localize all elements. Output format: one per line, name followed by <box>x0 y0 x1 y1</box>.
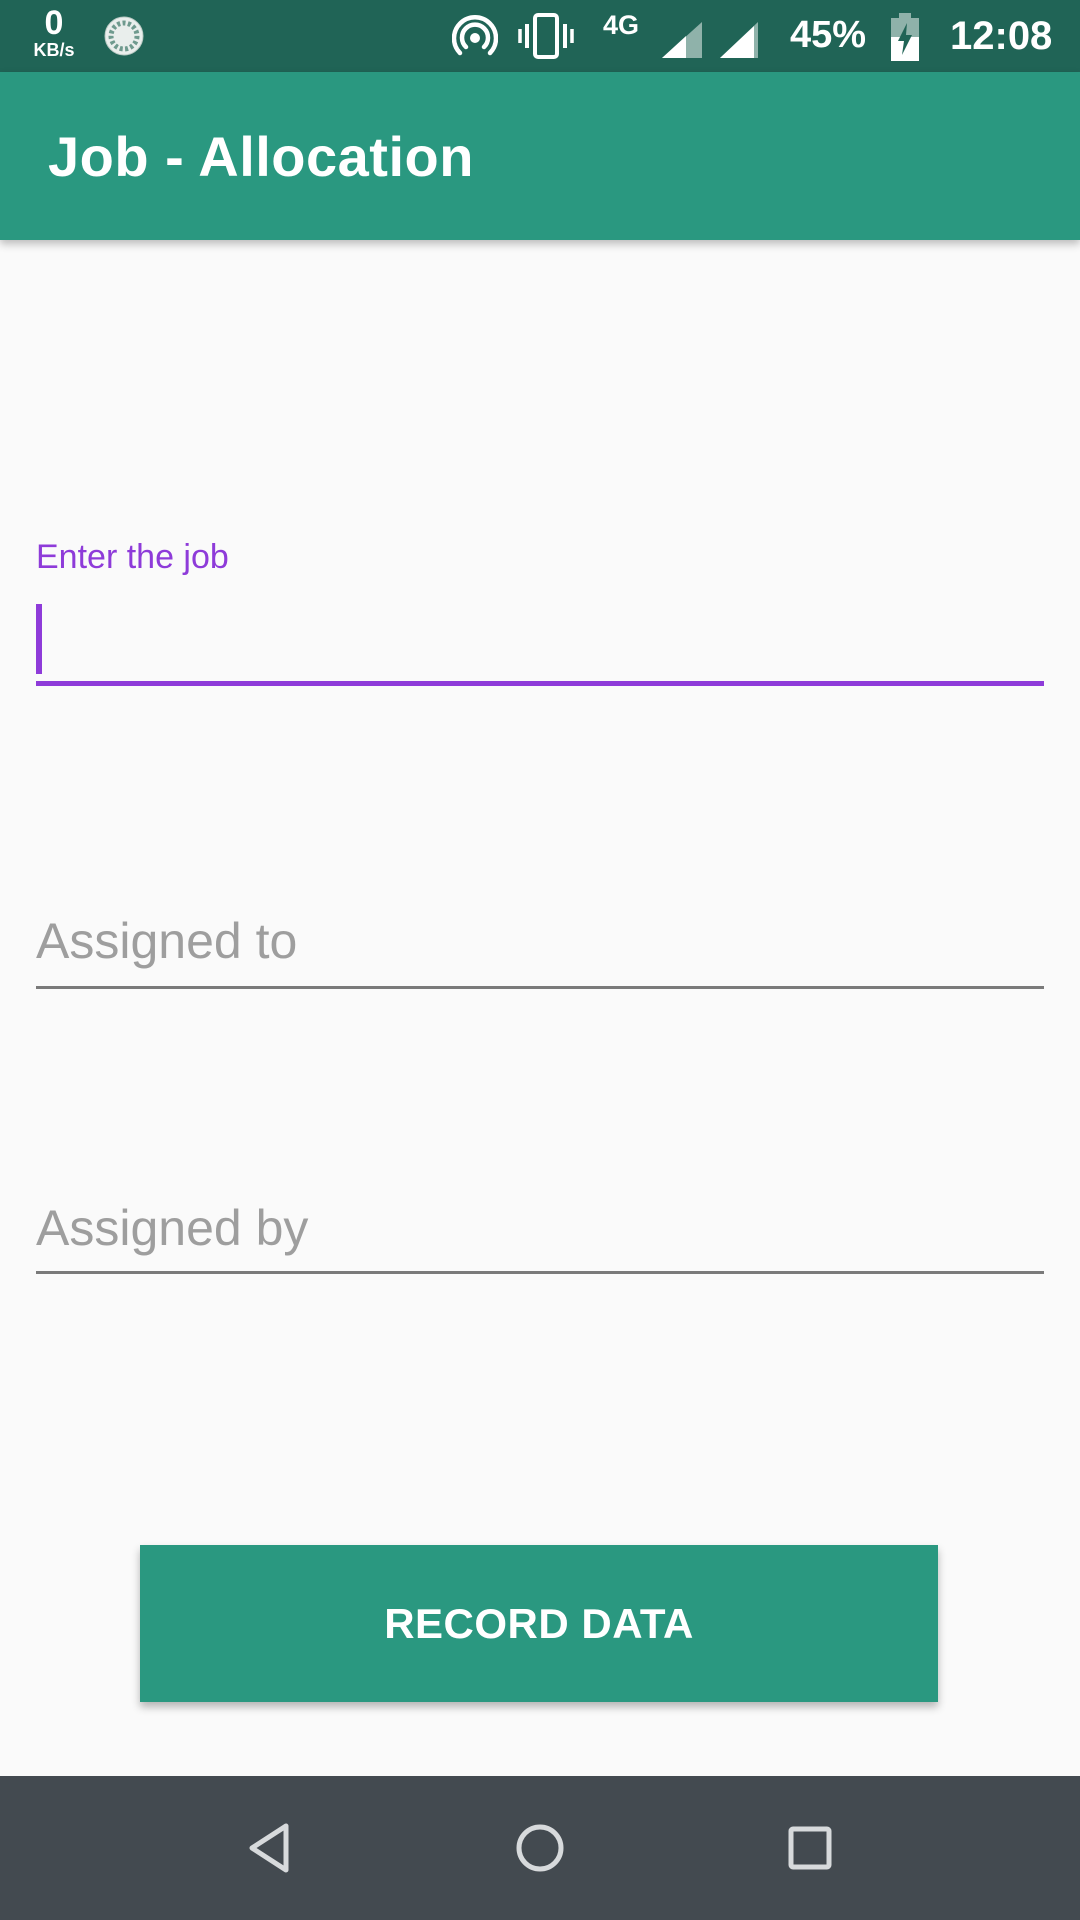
vibrate-icon <box>518 13 574 59</box>
job-input[interactable] <box>36 604 1056 674</box>
job-field[interactable]: Enter the job <box>36 538 1056 688</box>
screen: 0 KB/s 4G 45% 12:08 Job - Allocation Ent… <box>0 0 1080 1920</box>
hotspot-icon <box>452 15 498 56</box>
assigned-by-input[interactable] <box>36 1193 1044 1263</box>
network-type: 4G <box>603 10 640 40</box>
page-title: Job - Allocation <box>48 125 474 188</box>
assigned-to-underline <box>36 986 1044 989</box>
job-field-label: Enter the job <box>36 538 229 576</box>
signal-icon <box>720 22 758 58</box>
status-bar: 0 KB/s 4G 45% 12:08 <box>0 0 1080 72</box>
data-rate-unit: KB/s <box>33 40 75 60</box>
battery-charging-icon <box>891 13 919 61</box>
sync-icon <box>104 16 144 56</box>
data-rate-value: 0 <box>44 4 64 42</box>
battery-percent: 45% <box>790 14 867 56</box>
back-icon[interactable] <box>228 1806 312 1890</box>
assigned-by-underline <box>36 1271 1044 1274</box>
navigation-bar <box>0 1776 1080 1920</box>
assigned-to-input[interactable] <box>36 906 1044 976</box>
assigned-to-field[interactable] <box>36 900 1044 992</box>
app-bar: Job - Allocation <box>0 72 1080 240</box>
assigned-by-field[interactable] <box>36 1187 1044 1279</box>
home-icon[interactable] <box>498 1806 582 1890</box>
signal-icon <box>662 22 702 58</box>
record-data-button[interactable]: RECORD DATA <box>140 1545 938 1702</box>
data-rate-indicator: 0 KB/s <box>26 6 82 59</box>
recents-icon[interactable] <box>768 1806 852 1890</box>
clock: 12:08 <box>950 14 1053 58</box>
job-field-underline <box>36 681 1044 686</box>
